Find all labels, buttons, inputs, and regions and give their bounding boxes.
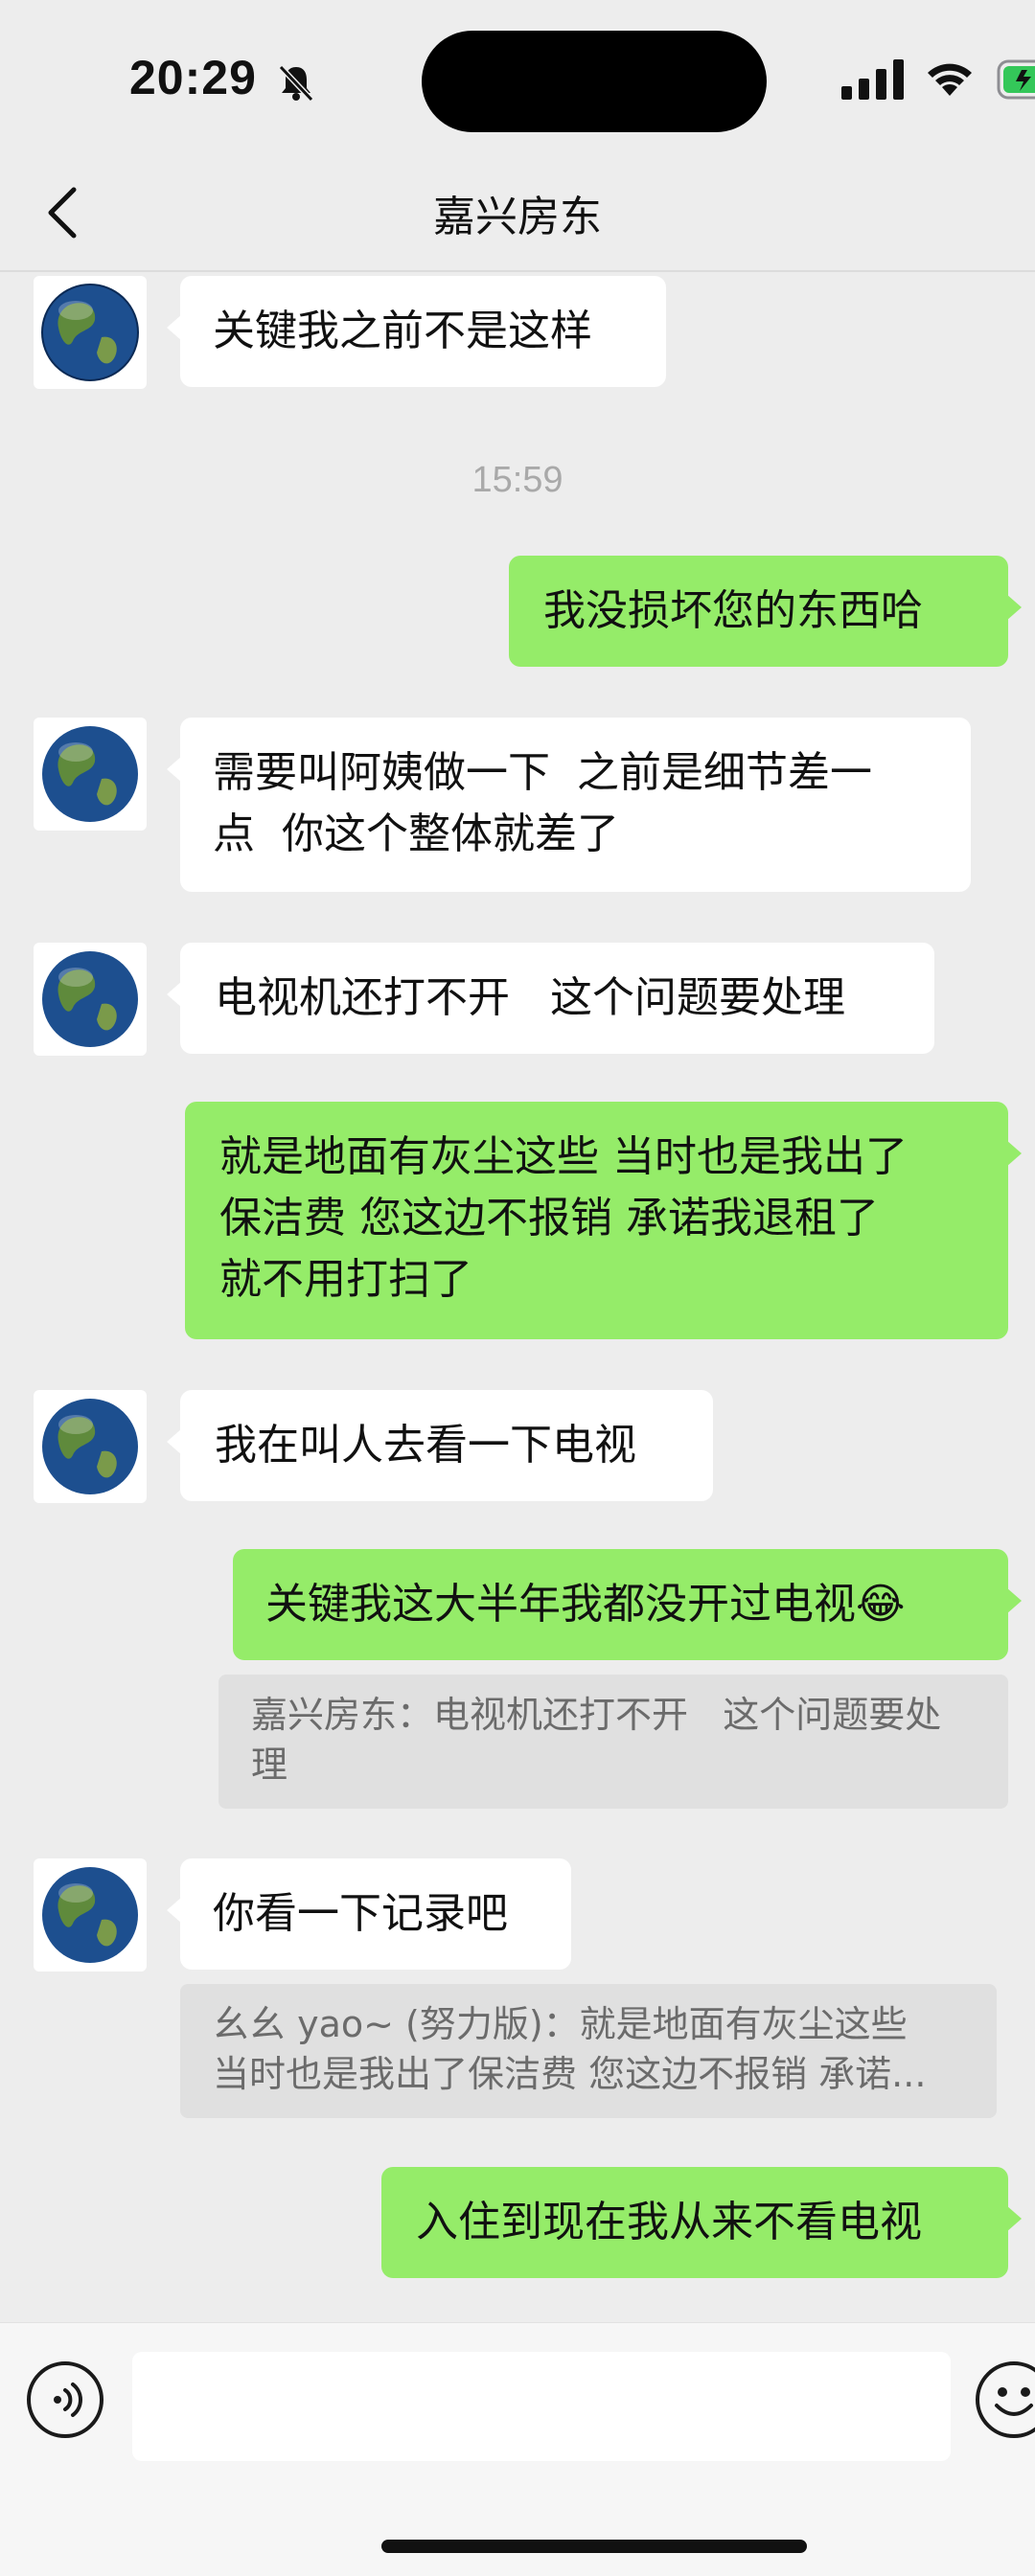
dynamic-island	[422, 31, 767, 132]
input-bar	[0, 2322, 1035, 2576]
signal-icon	[841, 59, 904, 100]
navigation-bar: 嘉兴房东	[0, 153, 1035, 272]
incoming-message[interactable]: 你看一下记录吧	[167, 1858, 571, 1970]
voice-button[interactable]	[27, 2361, 104, 2438]
quoted-message[interactable]: 幺幺 yao~ (努力版)：就是地面有灰尘这些 当时也是我出了保洁费 您这边不报…	[180, 1984, 997, 2118]
voice-icon	[54, 2382, 82, 2417]
emoji-button[interactable]	[976, 2361, 1035, 2438]
globe-avatar-icon	[41, 284, 139, 381]
incoming-message[interactable]: 我在叫人去看一下电视	[167, 1390, 713, 1501]
contact-avatar[interactable]	[34, 943, 147, 1056]
home-indicator[interactable]	[381, 2540, 807, 2553]
bell-mute-icon	[278, 64, 314, 103]
chat-title: 嘉兴房东	[433, 193, 602, 241]
status-bar: 20:29	[0, 0, 1035, 153]
globe-avatar-icon	[42, 726, 138, 822]
globe-avatar-icon	[42, 951, 138, 1047]
wifi-icon	[928, 63, 972, 96]
outgoing-message[interactable]: 就是地面有灰尘这些 当时也是我出了 保洁费 您这边不报销 承诺我退租了 就不用打…	[185, 1102, 1022, 1339]
status-time: 20:29	[129, 51, 257, 104]
outgoing-message[interactable]: 入住到现在我从来不看电视	[381, 2167, 1022, 2278]
contact-avatar[interactable]	[34, 1858, 147, 1972]
contact-avatar[interactable]	[34, 1390, 147, 1503]
globe-avatar-icon	[42, 1399, 138, 1494]
outgoing-message[interactable]: 关键我这大半年我都没开过电视😂	[233, 1549, 1022, 1660]
quoted-message[interactable]: 嘉兴房东：电视机还打不开 这个问题要处 理	[218, 1675, 1008, 1809]
outgoing-message[interactable]: 我没损坏您的东西哈	[509, 556, 1022, 667]
contact-avatar[interactable]	[34, 718, 147, 831]
emoji-icon	[995, 2387, 1033, 2416]
message-timestamp: 15:59	[472, 460, 564, 500]
battery-icon	[997, 59, 1035, 100]
contact-avatar[interactable]	[34, 276, 147, 389]
chat-area[interactable]: 关键我之前不是这样 15:59 我没损坏您的东西哈 需要叫阿姨做一下 之前是细节…	[0, 272, 1035, 2322]
incoming-message[interactable]: 关键我之前不是这样	[167, 276, 666, 387]
message-input[interactable]	[132, 2352, 951, 2461]
globe-avatar-icon	[42, 1867, 138, 1963]
incoming-message[interactable]: 需要叫阿姨做一下 之前是细节差一 点 你这个整体就差了	[167, 718, 971, 892]
incoming-message[interactable]: 电视机还打不开 这个问题要处理	[167, 943, 934, 1054]
